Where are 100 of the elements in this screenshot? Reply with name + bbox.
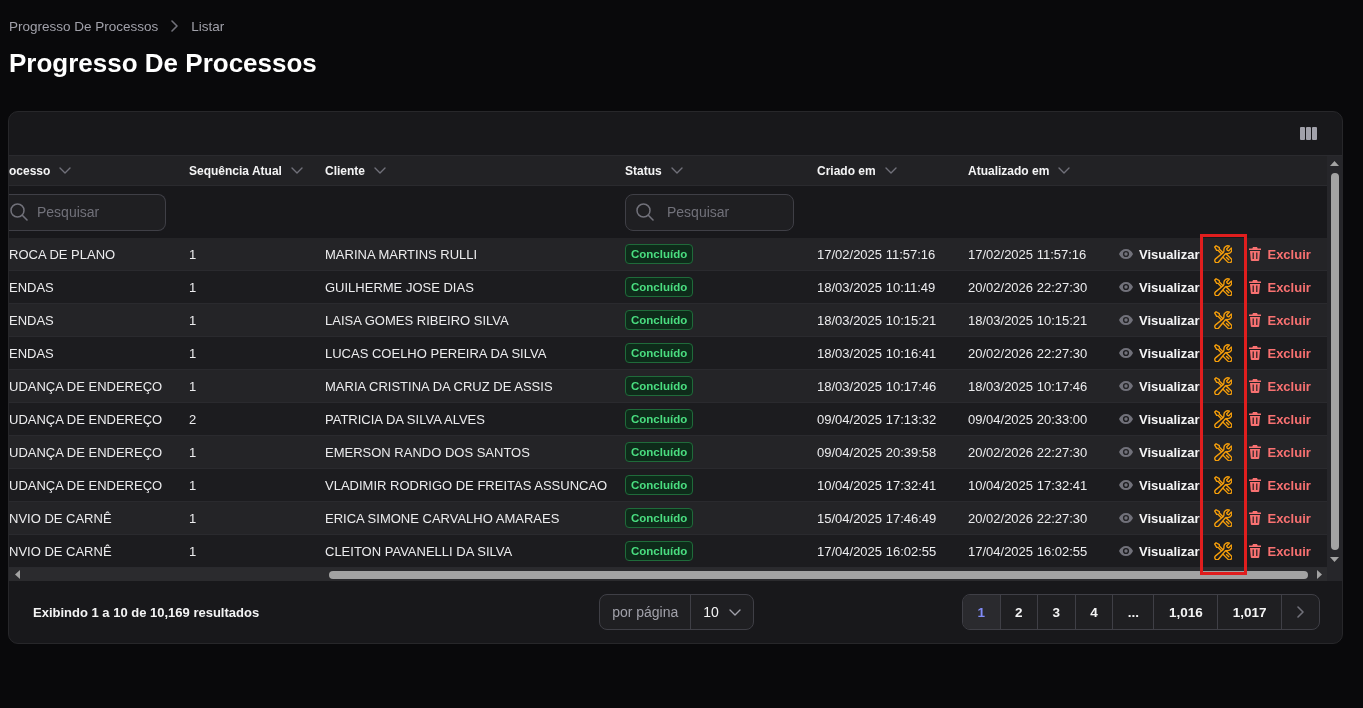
delete-link[interactable]: Excluir <box>1249 510 1311 526</box>
delete-link[interactable]: Excluir <box>1249 444 1311 460</box>
view-link[interactable]: Visualizar <box>1119 378 1200 394</box>
status-badge: Concluído <box>625 244 694 264</box>
table-cell: 20/02/2026 22:27:30 <box>968 345 1088 361</box>
table-cell: 1 <box>189 510 197 526</box>
table-cell: NVIO DE CARNÊ <box>9 510 112 526</box>
search-icon <box>636 203 654 221</box>
scroll-down-arrow-icon[interactable] <box>1330 557 1339 562</box>
chevron-down-icon[interactable] <box>374 167 386 174</box>
chevron-down-icon[interactable] <box>670 167 683 174</box>
view-link[interactable]: Visualizar <box>1119 510 1200 526</box>
table-cell: 17/04/2025 16:02:55 <box>817 543 937 559</box>
delete-link[interactable]: Excluir <box>1249 543 1311 559</box>
view-link[interactable]: Visualizar <box>1119 411 1200 427</box>
page-button[interactable]: 2 <box>1000 595 1039 629</box>
column-header[interactable]: Cliente <box>325 163 386 178</box>
wrench-screwdriver-icon[interactable] <box>1214 509 1233 527</box>
eye-icon <box>1119 315 1133 325</box>
table-cell: ENDAS <box>9 345 54 361</box>
search-field[interactable]: Pesquisar <box>625 193 794 231</box>
page-button[interactable]: 1,017 <box>1218 595 1282 629</box>
wrench-screwdriver-icon[interactable] <box>1214 278 1233 296</box>
view-link[interactable]: Visualizar <box>1119 279 1200 295</box>
view-link[interactable]: Visualizar <box>1119 345 1200 361</box>
table-cell: PATRICIA DA SILVA ALVES <box>325 411 485 427</box>
delete-link[interactable]: Excluir <box>1249 279 1311 295</box>
view-link[interactable]: Visualizar <box>1119 246 1200 262</box>
wrench-screwdriver-icon[interactable] <box>1214 311 1233 329</box>
delete-link[interactable]: Excluir <box>1249 312 1311 328</box>
delete-link[interactable]: Excluir <box>1249 477 1311 493</box>
view-link[interactable]: Visualizar <box>1119 543 1200 559</box>
page-button[interactable]: 3 <box>1038 595 1076 629</box>
page-title: Progresso De Processos <box>9 47 317 79</box>
trash-icon <box>1249 379 1262 393</box>
scroll-left-arrow-icon[interactable] <box>15 570 20 579</box>
table-cell: 20/02/2026 22:27:30 <box>968 279 1088 295</box>
table-cell: 1 <box>189 477 197 493</box>
view-link[interactable]: Visualizar <box>1119 477 1200 493</box>
table-cell: UDANÇA DE ENDEREÇO <box>9 444 163 460</box>
column-header[interactable]: Status <box>625 163 683 178</box>
table-cell: 1 <box>189 279 197 295</box>
status-badge: Concluído <box>625 541 694 561</box>
trash-icon <box>1249 280 1262 294</box>
results-summary: Exibindo 1 a 10 de 10,169 resultados <box>33 604 260 620</box>
table-cell: MARIA CRISTINA DA CRUZ DE ASSIS <box>325 378 553 394</box>
table-cell: GUILHERME JOSE DIAS <box>325 279 474 295</box>
search-icon <box>10 203 28 221</box>
eye-icon <box>1119 447 1133 457</box>
page-button[interactable]: 1 <box>963 595 1001 629</box>
status-badge: Concluído <box>625 277 694 297</box>
trash-icon <box>1249 247 1262 261</box>
wrench-screwdriver-icon[interactable] <box>1214 377 1233 395</box>
horizontal-scrollbar[interactable] <box>9 568 1327 581</box>
chevron-down-icon[interactable] <box>1058 167 1071 174</box>
chevron-right-icon <box>1297 606 1304 618</box>
chevron-right-icon <box>171 20 179 32</box>
eye-icon <box>1119 381 1133 391</box>
page-button[interactable]: ... <box>1113 595 1155 629</box>
scroll-up-arrow-icon[interactable] <box>1330 161 1339 166</box>
search-field[interactable]: Pesquisar <box>9 193 166 231</box>
scroll-right-arrow-icon[interactable] <box>1317 570 1322 579</box>
wrench-screwdriver-icon[interactable] <box>1214 410 1233 428</box>
column-header[interactable]: Atualizado em <box>968 163 1071 178</box>
chevron-down-icon[interactable] <box>290 167 303 174</box>
column-header[interactable]: Sequência Atual <box>189 163 303 178</box>
vertical-scrollbar[interactable] <box>1327 156 1342 568</box>
delete-link[interactable]: Excluir <box>1249 378 1311 394</box>
column-header[interactable]: Criado em <box>817 163 897 178</box>
per-page-select[interactable]: 10 <box>691 595 753 629</box>
page-button[interactable]: 1,016 <box>1154 595 1219 629</box>
table-cell: 18/03/2025 10:17:46 <box>817 378 937 394</box>
wrench-screwdriver-icon[interactable] <box>1214 443 1233 461</box>
table-cell: 18/03/2025 10:11:49 <box>817 279 936 295</box>
table-cell: ENDAS <box>9 279 54 295</box>
trash-icon <box>1249 412 1262 426</box>
table-cell: 2 <box>189 411 197 427</box>
view-link[interactable]: Visualizar <box>1119 444 1200 460</box>
delete-link[interactable]: Excluir <box>1249 411 1311 427</box>
view-link[interactable]: Visualizar <box>1119 312 1200 328</box>
table-cell: 1 <box>189 378 197 394</box>
columns-icon[interactable] <box>1300 127 1317 140</box>
status-badge: Concluído <box>625 508 694 528</box>
wrench-screwdriver-icon[interactable] <box>1214 476 1233 494</box>
status-badge: Concluído <box>625 343 694 363</box>
scrollbar-thumb[interactable] <box>329 570 1308 579</box>
column-header[interactable]: ocesso <box>9 163 72 178</box>
chevron-down-icon[interactable] <box>59 167 72 174</box>
page-button[interactable]: 4 <box>1075 595 1114 629</box>
trash-icon <box>1249 544 1262 558</box>
wrench-screwdriver-icon[interactable] <box>1214 245 1233 263</box>
delete-link[interactable]: Excluir <box>1249 246 1311 262</box>
delete-link[interactable]: Excluir <box>1249 345 1311 361</box>
eye-icon <box>1119 282 1133 292</box>
eye-icon <box>1119 348 1133 358</box>
scrollbar-thumb[interactable] <box>1330 173 1339 550</box>
wrench-screwdriver-icon[interactable] <box>1214 542 1233 560</box>
wrench-screwdriver-icon[interactable] <box>1214 344 1233 362</box>
chevron-down-icon[interactable] <box>884 167 897 174</box>
breadcrumb-link[interactable]: Progresso De Processos <box>9 18 159 34</box>
